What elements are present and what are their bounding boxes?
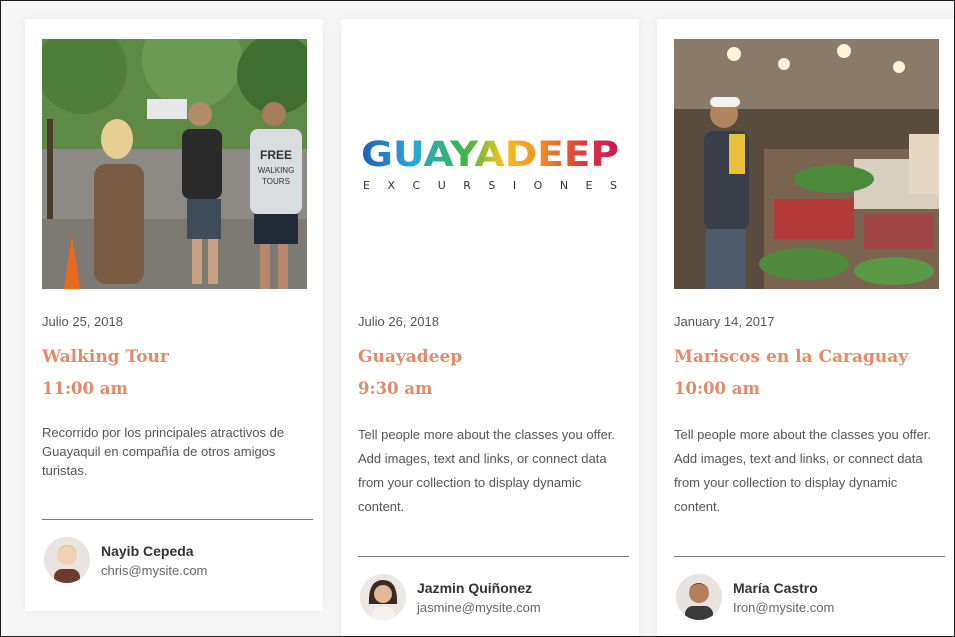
seafood-market-photo[interactable] xyxy=(674,39,939,289)
author-name: Jazmin Quiñonez xyxy=(417,580,533,596)
page-frame: FREE WALKING TOURS Julio 25, 2018 Walkin… xyxy=(0,0,955,637)
event-date: January 14, 2017 xyxy=(674,314,775,329)
event-time: 9:30 am xyxy=(358,379,433,398)
event-card-walking-tour[interactable]: FREE WALKING TOURS Julio 25, 2018 Walkin… xyxy=(25,19,323,611)
avatar xyxy=(676,574,722,620)
event-description: Tell people more about the classes you o… xyxy=(358,427,616,514)
event-card-guayadeep[interactable]: GUAYADEEP E X C U R S I O N E S Julio 26… xyxy=(341,19,639,636)
event-description: Tell people more about the classes you o… xyxy=(674,427,932,514)
shirt-text-line-1: FREE xyxy=(260,148,292,162)
avatar xyxy=(44,537,90,583)
event-title[interactable]: Walking Tour xyxy=(42,347,169,367)
event-description: Recorrido por los principales atractivos… xyxy=(42,425,285,478)
event-date: Julio 26, 2018 xyxy=(358,314,439,329)
author-email[interactable]: chris@mysite.com xyxy=(101,563,207,578)
shirt-text-line-2: WALKING xyxy=(258,166,295,175)
event-time: 10:00 am xyxy=(674,379,760,398)
event-card-mariscos[interactable]: January 14, 2017 Mariscos en la Caraguay… xyxy=(657,19,954,636)
logo-wordmark: GUAYADEEP xyxy=(361,135,619,175)
author-email[interactable]: Iron@mysite.com xyxy=(733,600,834,615)
shirt-text-line-3: TOURS xyxy=(262,177,290,186)
author-name: María Castro xyxy=(733,580,818,596)
logo-subtitle: E X C U R S I O N E S xyxy=(363,179,617,192)
event-date: Julio 25, 2018 xyxy=(42,314,123,329)
walking-tour-photo[interactable]: FREE WALKING TOURS xyxy=(42,39,307,289)
author-email[interactable]: jasmine@mysite.com xyxy=(417,600,541,615)
avatar xyxy=(360,574,406,620)
guayadeep-logo: GUAYADEEP E X C U R S I O N E S xyxy=(361,134,621,214)
event-title[interactable]: Mariscos en la Caraguay xyxy=(674,347,908,367)
event-title[interactable]: Guayadeep xyxy=(358,347,462,367)
divider xyxy=(674,556,945,557)
divider xyxy=(358,556,629,557)
event-time: 11:00 am xyxy=(42,379,128,398)
author-name: Nayib Cepeda xyxy=(101,543,194,559)
divider xyxy=(42,519,313,520)
